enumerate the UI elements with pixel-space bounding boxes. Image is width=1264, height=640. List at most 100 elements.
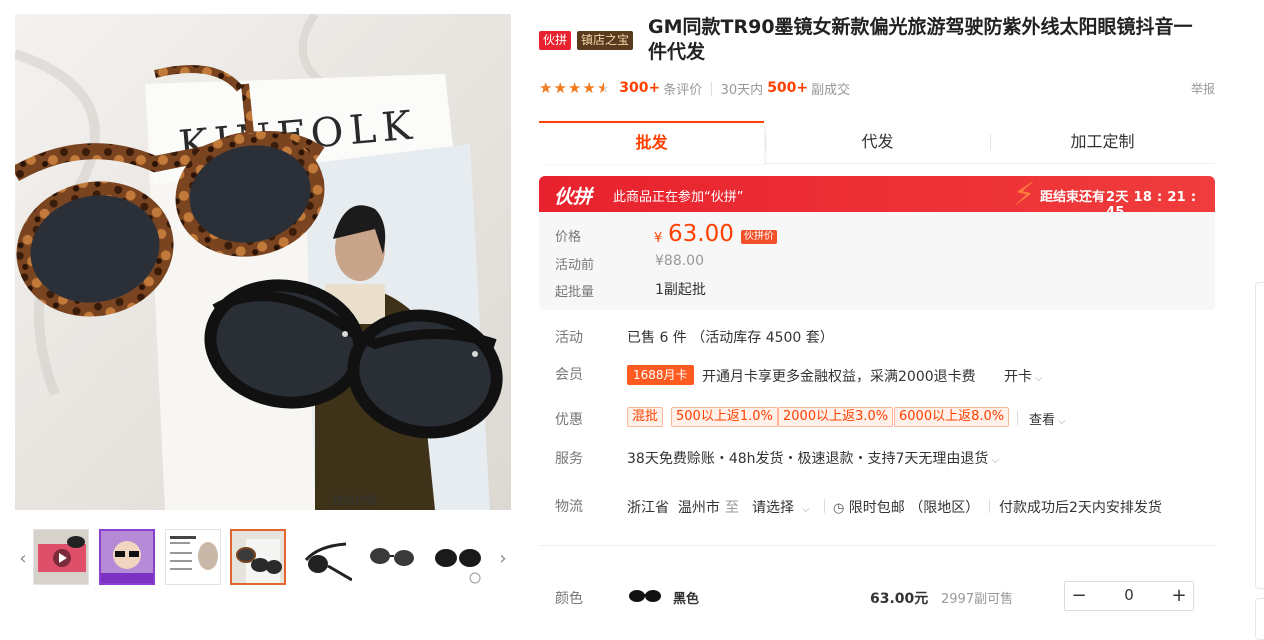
thumbnail-video[interactable] (33, 529, 89, 585)
service-text[interactable]: 38天免费赊账・48h发货・极速退款・支持7天无理由退货 (627, 451, 988, 467)
thumb-6-image (364, 530, 418, 584)
badge-huopin: 伙拼 (539, 31, 572, 50)
rating-stars: ★★★★★ (539, 79, 611, 97)
star-icon: ★ (539, 79, 553, 97)
side-float-panel-2[interactable] (1255, 598, 1264, 640)
view-coupons-label[interactable]: 查看 (1029, 413, 1055, 428)
thumb-4-image (232, 531, 284, 583)
svg-text:建筑特辑: 建筑特辑 (333, 493, 377, 507)
coupon-6000[interactable]: 6000以上返8.0% (894, 407, 1010, 427)
view-coupons-link[interactable]: 查看 ⌵ (1029, 409, 1066, 428)
thumbnail-4-selected[interactable] (230, 529, 286, 585)
thumb-7-image (430, 530, 484, 584)
sku-price: 63.00元 (870, 591, 929, 607)
chevron-down-icon: ⌵ (1058, 416, 1066, 427)
star-half-icon: ★ (596, 79, 611, 97)
minus-icon[interactable]: − (1065, 582, 1093, 610)
thumb-2-image (101, 531, 153, 583)
discount-label: 优惠 (555, 412, 583, 428)
clock-icon: ◷ (833, 501, 845, 516)
open-card-link[interactable]: 开卡 ⌵ (1004, 366, 1043, 386)
chevron-right-icon[interactable]: › (495, 544, 511, 572)
plus-icon[interactable]: + (1165, 582, 1193, 610)
dispatch-text: 付款成功后2天内安排发货 (999, 500, 1162, 516)
service-label: 服务 (555, 451, 583, 467)
huopin-logo: 伙拼 (554, 186, 593, 208)
shipping-info: ◷ 限时包邮 （限地区） (833, 497, 979, 517)
promo-banner: 伙拼 此商品正在参加“伙拼” ⚡ 距结束还有 2天 18 : 21 : 45 (539, 175, 1215, 220)
video-thumb-image (34, 530, 88, 584)
monthly-card-tag: 1688月卡 (627, 365, 694, 385)
member-label: 会员 (555, 367, 583, 383)
before-price-label: 活动前 (555, 258, 595, 273)
divider (989, 499, 990, 513)
rating-row: ★★★★★ 300+ 条评价 | 30天内 500+ 副成交 (539, 78, 850, 98)
section-divider (539, 545, 1215, 546)
price-label: 价格 (555, 230, 582, 245)
thumb-5-image (298, 530, 352, 584)
report-link[interactable]: 举报 (1191, 80, 1215, 97)
sales-label: 副成交 (811, 82, 851, 98)
before-price-value: ¥88.00 (655, 253, 704, 269)
sales-count: 500+ (767, 80, 809, 96)
price-currency: ¥ (654, 231, 663, 246)
lightning-icon: ⚡ (1013, 175, 1036, 213)
divider (824, 499, 825, 513)
tab-dropship[interactable]: 代发 (765, 121, 990, 162)
side-float-panel[interactable] (1255, 282, 1264, 589)
sku-stock: 2997副可售 (941, 592, 1014, 607)
reviews-label[interactable]: 条评价 (663, 79, 702, 98)
open-card-label[interactable]: 开卡 (1004, 369, 1032, 385)
sku-thumbnail[interactable] (628, 584, 662, 608)
star-icon: ★ (553, 79, 567, 97)
main-product-photo[interactable]: KINFOLK 建筑特辑 (15, 14, 511, 510)
member-text: 开通月卡享更多金融权益，采满2000退卡费 (702, 369, 976, 385)
logistics-to: 至 (725, 500, 739, 516)
shipping-text: 限时包邮 （限地区） (848, 500, 980, 516)
product-title: GM同款TR90墨镜女新款偏光旅游驾驶防紫外线太阳眼镜抖音一件代发 (648, 16, 1193, 63)
tab-custom-processing[interactable]: 加工定制 (990, 121, 1215, 162)
destination-value[interactable]: 请选择 (752, 500, 794, 516)
reviews-count[interactable]: 300+ (619, 80, 660, 96)
chevron-down-icon: ⌵ (802, 504, 810, 515)
logistics-origin: 浙江省 温州市 (627, 500, 720, 516)
divider: | (709, 80, 714, 96)
logistics-label: 物流 (555, 499, 583, 515)
product-photo-illustration: KINFOLK 建筑特辑 (15, 14, 511, 510)
quantity-stepper: − 0 + (1064, 581, 1194, 611)
thumbnail-3[interactable] (165, 529, 221, 585)
chevron-left-icon[interactable]: ‹ (15, 544, 31, 572)
sku-name: 黑色 (673, 592, 700, 607)
thumbnail-7[interactable] (429, 529, 485, 585)
service-text-link[interactable]: 38天免费赊账・48h发货・极速退款・支持7天无理由退货 ⌵ (627, 448, 999, 468)
thumb-3-image (166, 530, 220, 584)
star-icon: ★ (582, 79, 596, 97)
quantity-input[interactable]: 0 (1105, 586, 1153, 604)
badge-shop-treasure: 镇店之宝 (577, 31, 634, 50)
tab-wholesale[interactable]: 批发 (539, 121, 764, 164)
purchase-mode-tabs: 批发 代发 加工定制 (539, 121, 1215, 164)
activity-label: 活动 (555, 330, 583, 346)
moq-value: 1副起批 (655, 282, 706, 298)
destination-select[interactable]: 请选择 ⌵ (752, 497, 810, 517)
divider (1017, 411, 1018, 425)
huopin-price-tag: 伙拼价 (741, 230, 777, 244)
price-panel: 价格 ¥ 63.00 伙拼价 活动前 ¥88.00 起批量 1副起批 (539, 212, 1215, 310)
thumbnail-2[interactable] (99, 529, 155, 585)
price-value: 63.00 (668, 221, 734, 247)
sku-color-label: 颜色 (555, 591, 583, 607)
star-icon: ★ (567, 79, 582, 97)
coupon-mixed[interactable]: 混批 (627, 407, 664, 427)
chevron-down-icon: ⌵ (1035, 373, 1043, 384)
thumbnail-6[interactable] (363, 529, 419, 585)
thumbnail-5[interactable] (297, 529, 353, 585)
period-label: 30天内 (720, 82, 764, 98)
coupon-2000[interactable]: 2000以上返3.0% (778, 407, 894, 427)
coupon-500[interactable]: 500以上返1.0% (671, 407, 778, 427)
activity-text: 已售 6 件 （活动库存 4500 套） (627, 330, 834, 346)
thumbnail-strip: ‹ › (15, 528, 511, 588)
chevron-down-icon: ⌵ (991, 455, 1000, 466)
countdown-label: 距结束还有 (1040, 190, 1106, 205)
promo-text: 此商品正在参加“伙拼” (613, 190, 744, 205)
moq-label: 起批量 (555, 285, 595, 300)
